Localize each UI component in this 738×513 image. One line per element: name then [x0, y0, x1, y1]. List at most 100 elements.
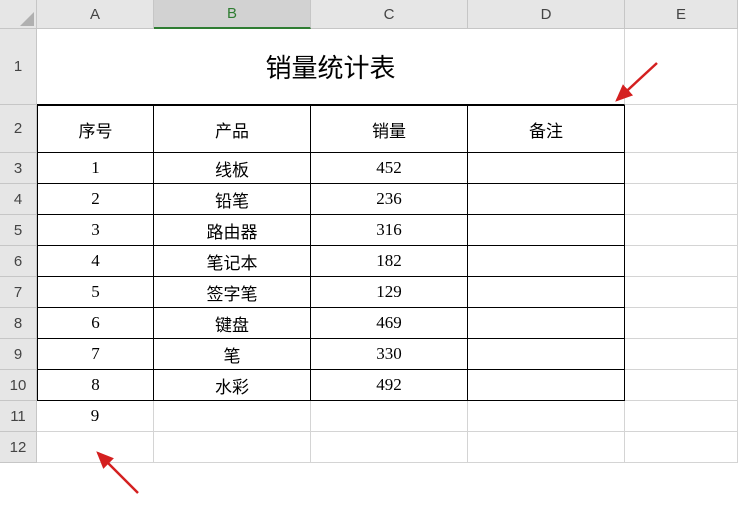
table-cell-seq[interactable]: 1 [37, 153, 154, 184]
table-cell-value: 7 [91, 344, 100, 364]
table-cell-remark[interactable] [468, 370, 625, 401]
table-cell-value: 330 [376, 344, 402, 364]
row-header-6[interactable]: 6 [0, 246, 37, 277]
table-header-label: 产品 [215, 117, 249, 142]
table-cell-sales[interactable]: 129 [311, 277, 468, 308]
table-header-remark[interactable]: 备注 [468, 105, 625, 153]
cell-E8[interactable] [625, 308, 738, 339]
table-header-label: 序号 [79, 117, 113, 142]
row-header-3[interactable]: 3 [0, 153, 37, 184]
row-header-1[interactable]: 1 [0, 29, 37, 105]
table-cell-value: 8 [91, 375, 100, 395]
cell-E5[interactable] [625, 215, 738, 246]
table-cell-seq[interactable]: 6 [37, 308, 154, 339]
table-cell-remark[interactable] [468, 153, 625, 184]
table-cell-value: 6 [91, 313, 100, 333]
table-header-label: 备注 [529, 117, 563, 142]
table-cell-seq[interactable]: 7 [37, 339, 154, 370]
table-cell-product[interactable]: 键盘 [154, 308, 311, 339]
column-header-B[interactable]: B [154, 0, 311, 29]
table-cell-value: 316 [376, 220, 402, 240]
table-header-sales[interactable]: 销量 [311, 105, 468, 153]
cell-E1[interactable] [625, 29, 738, 105]
cell-E4[interactable] [625, 184, 738, 215]
table-cell-remark[interactable] [468, 277, 625, 308]
cell-E9[interactable] [625, 339, 738, 370]
table-header-label: 销量 [372, 117, 406, 142]
table-cell-sales[interactable]: 330 [311, 339, 468, 370]
column-header-C[interactable]: C [311, 0, 468, 29]
table-cell-value: 笔 [224, 342, 241, 367]
table-cell-product[interactable]: 路由器 [154, 215, 311, 246]
table-cell-remark[interactable] [468, 184, 625, 215]
row-header-5[interactable]: 5 [0, 215, 37, 246]
cell-A12[interactable] [37, 432, 154, 463]
table-cell-sales[interactable]: 316 [311, 215, 468, 246]
column-header-E[interactable]: E [625, 0, 738, 29]
table-header-product[interactable]: 产品 [154, 105, 311, 153]
row-header-12[interactable]: 12 [0, 432, 37, 463]
table-cell-value: 水彩 [215, 373, 249, 398]
row-header-4[interactable]: 4 [0, 184, 37, 215]
table-cell-sales[interactable]: 182 [311, 246, 468, 277]
title-cell[interactable]: 销量统计表 [37, 29, 625, 105]
table-cell-product[interactable]: 签字笔 [154, 277, 311, 308]
column-header-D[interactable]: D [468, 0, 625, 29]
table-cell-product[interactable]: 铅笔 [154, 184, 311, 215]
table-cell-remark[interactable] [468, 215, 625, 246]
row-header-10[interactable]: 10 [0, 370, 37, 401]
table-cell-value: 236 [376, 189, 402, 209]
table-cell-value: 笔记本 [207, 249, 258, 274]
table-cell-sales[interactable]: 452 [311, 153, 468, 184]
table-cell-seq[interactable]: 2 [37, 184, 154, 215]
cell-C12[interactable] [311, 432, 468, 463]
table-cell-value: 129 [376, 282, 402, 302]
table-cell-remark[interactable] [468, 246, 625, 277]
table-cell-seq[interactable]: 4 [37, 246, 154, 277]
cell-C11[interactable] [311, 401, 468, 432]
table-cell-sales[interactable]: 236 [311, 184, 468, 215]
table-cell-value: 1 [91, 158, 100, 178]
cell-E6[interactable] [625, 246, 738, 277]
table-cell-product[interactable]: 笔记本 [154, 246, 311, 277]
table-cell-remark[interactable] [468, 308, 625, 339]
row-header-9[interactable]: 9 [0, 339, 37, 370]
cell-E12[interactable] [625, 432, 738, 463]
table-cell-seq[interactable]: 5 [37, 277, 154, 308]
table-cell-value: 线板 [215, 156, 249, 181]
cell-D11[interactable] [468, 401, 625, 432]
table-cell-value: 452 [376, 158, 402, 178]
cell-E10[interactable] [625, 370, 738, 401]
row-header-8[interactable]: 8 [0, 308, 37, 339]
title-text: 销量统计表 [265, 48, 395, 85]
table-cell-seq[interactable]: 3 [37, 215, 154, 246]
table-cell-value: 4 [91, 251, 100, 271]
cell-E11[interactable] [625, 401, 738, 432]
row-header-2[interactable]: 2 [0, 105, 37, 153]
table-cell-sales[interactable]: 469 [311, 308, 468, 339]
table-header-seq[interactable]: 序号 [37, 105, 154, 153]
table-cell-product[interactable]: 水彩 [154, 370, 311, 401]
cell-B12[interactable] [154, 432, 311, 463]
table-cell-value: 5 [91, 282, 100, 302]
cell-D12[interactable] [468, 432, 625, 463]
table-cell-remark[interactable] [468, 339, 625, 370]
column-header-A[interactable]: A [37, 0, 154, 29]
cell-E2[interactable] [625, 105, 738, 153]
cell-E3[interactable] [625, 153, 738, 184]
row-header-7[interactable]: 7 [0, 277, 37, 308]
table-cell-sales[interactable]: 492 [311, 370, 468, 401]
row-header-11[interactable]: 11 [0, 401, 37, 432]
table-cell-product[interactable]: 线板 [154, 153, 311, 184]
table-cell-product[interactable]: 笔 [154, 339, 311, 370]
table-cell-value: 469 [376, 313, 402, 333]
table-cell-seq[interactable]: 8 [37, 370, 154, 401]
cell-B11[interactable] [154, 401, 311, 432]
table-cell-value: 签字笔 [207, 280, 258, 305]
cell-A11[interactable]: 9 [37, 401, 154, 432]
table-cell-value: 182 [376, 251, 402, 271]
select-all-corner[interactable] [0, 0, 37, 29]
table-cell-value: 2 [91, 189, 100, 209]
table-cell-value: 铅笔 [215, 187, 249, 212]
cell-E7[interactable] [625, 277, 738, 308]
